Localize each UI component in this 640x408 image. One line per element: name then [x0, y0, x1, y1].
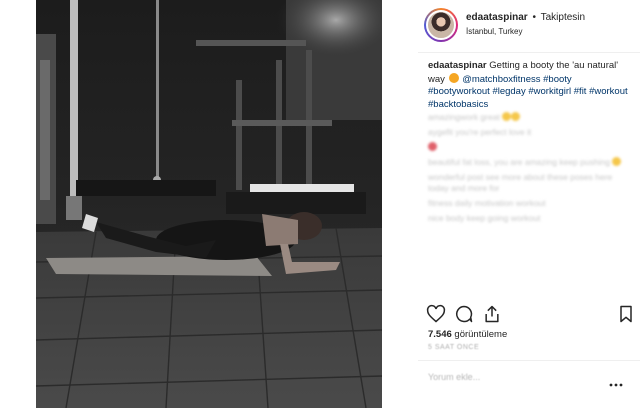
post-header: edaataspinar • Takiptesin İstanbul, Turk… [424, 8, 634, 44]
follow-status[interactable]: Takiptesin [541, 12, 585, 23]
caption-mention[interactable]: @matchboxfitness [462, 74, 540, 85]
comments-list: amazingwork great aygefit you're perfect… [428, 112, 633, 228]
username-link[interactable]: edaataspinar [466, 12, 528, 23]
location-link[interactable]: İstanbul, Turkey [466, 27, 522, 36]
heart-icon[interactable] [426, 304, 446, 324]
hashtag-link[interactable]: #booty [543, 74, 572, 85]
bookmark-icon[interactable] [616, 304, 636, 324]
divider [418, 360, 640, 361]
comment-item: nice body keep going workout [428, 213, 541, 223]
comment-item: aygefit you're perfect love it [428, 127, 532, 137]
hashtag-link[interactable]: #backtobasics [428, 99, 488, 110]
caption-text-1: Getting a [489, 60, 531, 71]
post-side-panel: edaataspinar • Takiptesin İstanbul, Turk… [418, 0, 640, 408]
avatar[interactable] [424, 8, 458, 42]
comment-item [428, 142, 633, 153]
hashtag-link[interactable]: #workout [589, 86, 628, 97]
view-count-label: görüntüleme [454, 329, 508, 340]
hashtag-link[interactable]: #workitgirl [528, 86, 571, 97]
user-line: edaataspinar • Takiptesin [466, 12, 585, 23]
comment-item: fitness daily motivation workout [428, 198, 546, 208]
emoji-icon [448, 72, 459, 83]
post-timestamp[interactable]: 5 SAAT ÖNCE [428, 344, 479, 351]
share-icon[interactable] [482, 304, 502, 324]
comment-item: wonderful post see more about these pose… [428, 172, 613, 193]
comment-icon[interactable] [454, 304, 474, 324]
hashtag-link[interactable]: #fit [574, 86, 587, 97]
view-count[interactable]: 7.546 görüntüleme [428, 329, 507, 340]
more-horizontal-icon[interactable] [608, 380, 624, 390]
separator: • [532, 12, 536, 23]
divider [418, 52, 640, 53]
comment-item: beautiful fat loss, you are amazing keep… [428, 157, 633, 168]
workout-photo [36, 0, 382, 408]
add-comment-input[interactable]: Yorum ekle... [428, 372, 480, 382]
view-count-number: 7.546 [428, 329, 452, 340]
post-caption: edaataspinar Getting a booty the 'au nat… [428, 60, 633, 111]
action-bar [426, 304, 636, 324]
caption-username[interactable]: edaataspinar [428, 60, 487, 71]
hashtag-link[interactable]: #legday [492, 86, 525, 97]
comment-item: amazingwork great [428, 112, 633, 123]
post-video[interactable] [36, 0, 382, 408]
hashtag-link[interactable]: #bootyworkout [428, 86, 490, 97]
